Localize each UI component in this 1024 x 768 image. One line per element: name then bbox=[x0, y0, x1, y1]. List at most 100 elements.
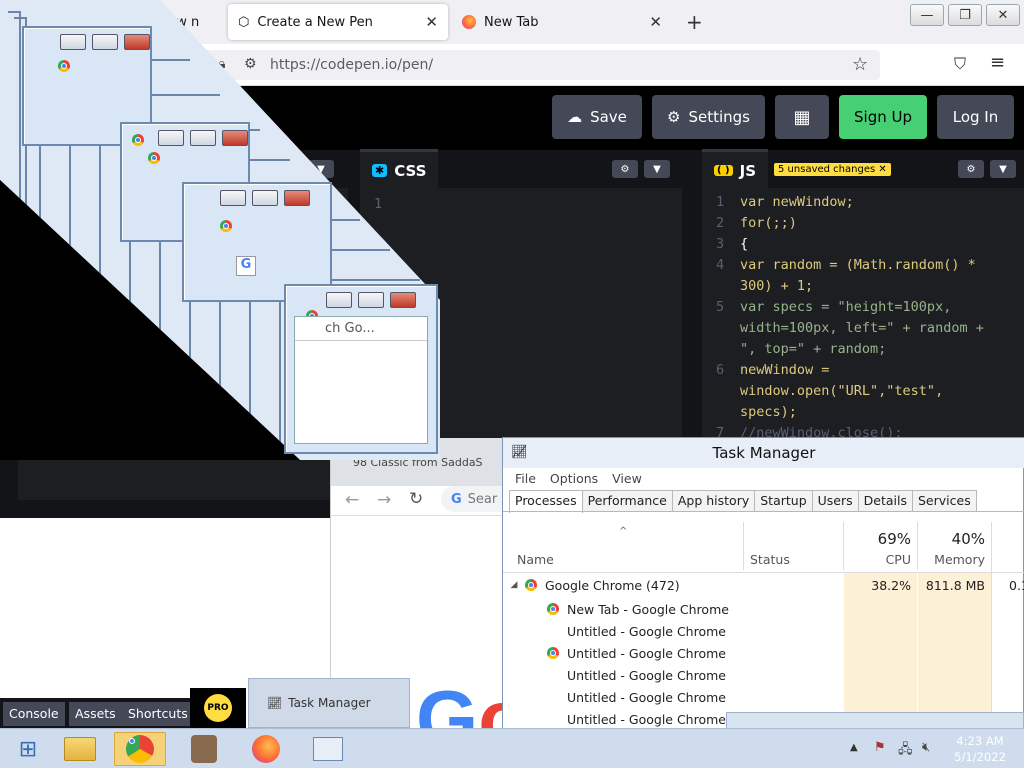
tab-services[interactable]: Services bbox=[913, 490, 977, 512]
settings-label: Settings bbox=[688, 108, 750, 126]
gear-icon[interactable]: ⚙ bbox=[958, 160, 984, 178]
tab-startup[interactable]: Startup bbox=[755, 490, 813, 512]
process-row[interactable]: New Tab - Google Chrome bbox=[503, 598, 1024, 620]
task-manager-icon bbox=[313, 737, 343, 761]
chrome-taskbar-icon[interactable] bbox=[114, 732, 166, 766]
process-row[interactable]: Untitled - Google Chrome bbox=[503, 664, 1024, 686]
chevron-down-icon[interactable]: ▼ bbox=[990, 160, 1016, 178]
chrome-omnibox[interactable]: G Sear bbox=[441, 486, 511, 512]
firefox-icon bbox=[462, 15, 476, 29]
network-icon[interactable]: 🖧︎ bbox=[898, 740, 913, 762]
clock[interactable]: 4:23 AM 5/1/2022 bbox=[950, 733, 1010, 765]
code-line: var random = (Math.random() * 300) + 1; bbox=[740, 257, 976, 294]
chrome-icon bbox=[220, 220, 232, 232]
maximize-button[interactable] bbox=[358, 292, 384, 308]
column-cpu[interactable]: CPU bbox=[853, 552, 911, 567]
maximize-button[interactable] bbox=[190, 130, 216, 146]
forward-arrow-icon[interactable]: → bbox=[377, 490, 391, 510]
process-name: Untitled - Google Chrome bbox=[567, 667, 726, 683]
reload-icon[interactable]: ↻ bbox=[409, 489, 423, 509]
js-tab[interactable]: ( ) JS bbox=[702, 148, 769, 190]
line-number: 3 bbox=[716, 236, 725, 252]
firefox-taskbar-icon[interactable] bbox=[240, 732, 292, 766]
code-line: var newWindow; bbox=[740, 194, 854, 210]
task-manager-taskbar-icon[interactable] bbox=[302, 732, 354, 766]
taskbar-thumbnail[interactable]: 📈︎ Task Manager bbox=[248, 678, 410, 728]
menu-file[interactable]: File bbox=[515, 471, 536, 486]
tab-performance[interactable]: Performance bbox=[582, 490, 673, 512]
tab-new-tab[interactable]: New Tab ✕ bbox=[452, 4, 672, 40]
change-view-button[interactable]: ▦ bbox=[775, 95, 829, 139]
close-button[interactable] bbox=[390, 292, 416, 308]
layout-icon: ▦ bbox=[793, 106, 811, 128]
pocket-icon[interactable]: ⛉ bbox=[954, 54, 966, 74]
expand-icon[interactable]: ◢ bbox=[503, 580, 525, 590]
minimize-button[interactable] bbox=[158, 130, 184, 146]
tab-users[interactable]: Users bbox=[812, 490, 859, 512]
process-row[interactable]: Untitled - Google Chrome bbox=[503, 686, 1024, 708]
close-button[interactable] bbox=[124, 34, 150, 50]
unsaved-changes-badge[interactable]: 5 unsaved changes ✕ bbox=[774, 162, 891, 176]
chevron-down-icon[interactable]: ▼ bbox=[644, 160, 670, 178]
pro-badge[interactable]: PRO bbox=[204, 694, 232, 722]
popup-window-front[interactable]: ch Go... bbox=[284, 284, 438, 454]
avatar-taskbar-icon[interactable] bbox=[178, 732, 230, 766]
bookmark-star-icon[interactable]: ☆ bbox=[852, 54, 868, 75]
column-status[interactable]: Status bbox=[750, 552, 790, 567]
pro-badge-area: PRO bbox=[190, 688, 246, 728]
maximize-button[interactable]: ❐ bbox=[948, 4, 982, 26]
folder-icon bbox=[64, 737, 96, 761]
assets-button[interactable]: Assets bbox=[69, 702, 122, 726]
menu-icon[interactable]: ≡ bbox=[990, 52, 1005, 73]
console-button[interactable]: Console bbox=[3, 702, 65, 726]
popup-search-field[interactable]: ch Go... bbox=[295, 317, 427, 341]
minimize-button[interactable]: — bbox=[910, 4, 944, 26]
process-row-group[interactable]: ◢ Google Chrome (472) 38.2% 811.8 MB 0.1 bbox=[503, 574, 1024, 596]
settings-button[interactable]: ⚙ Settings bbox=[652, 95, 765, 139]
gear-icon[interactable]: ⚙ bbox=[612, 160, 638, 178]
tab-processes[interactable]: Processes bbox=[509, 490, 583, 513]
column-name[interactable]: Name bbox=[517, 552, 554, 567]
process-cpu: 38.2% bbox=[871, 577, 911, 593]
close-tab-icon[interactable]: ✕ bbox=[649, 13, 662, 31]
divider bbox=[503, 511, 1024, 512]
minimize-button[interactable] bbox=[220, 190, 246, 206]
thumbnail-label: Task Manager bbox=[288, 696, 371, 710]
process-name: Untitled - Google Chrome bbox=[567, 623, 726, 639]
gear-icon: ⚙ bbox=[667, 108, 681, 126]
login-button[interactable]: Log In bbox=[937, 95, 1014, 139]
close-button[interactable] bbox=[284, 190, 310, 206]
menu-options[interactable]: Options bbox=[550, 471, 598, 486]
tab-details[interactable]: Details bbox=[858, 490, 913, 512]
save-button[interactable]: ☁ Save bbox=[552, 95, 642, 139]
js-editor[interactable]: 1 var newWindow; 2 for(;;) 3 { 4 var random … bbox=[702, 188, 1016, 444]
signup-button[interactable]: Sign Up bbox=[839, 95, 927, 139]
shortcuts-button[interactable]: Shortcuts bbox=[122, 702, 194, 726]
google-g-icon: G bbox=[451, 491, 462, 507]
file-explorer-icon[interactable] bbox=[54, 732, 106, 766]
process-row[interactable]: Untitled - Google Chrome bbox=[503, 642, 1024, 664]
minimize-button[interactable] bbox=[60, 34, 86, 50]
close-button[interactable] bbox=[222, 130, 248, 146]
preview-resizer[interactable] bbox=[0, 500, 330, 518]
firefox-icon bbox=[252, 735, 280, 763]
process-row[interactable]: Untitled - Google Chrome bbox=[503, 620, 1024, 642]
tab-app-history[interactable]: App history bbox=[672, 490, 756, 512]
new-tab-button[interactable]: + bbox=[686, 10, 703, 34]
maximize-button[interactable] bbox=[252, 190, 278, 206]
back-arrow-icon[interactable]: ← bbox=[345, 490, 359, 510]
minimize-button[interactable] bbox=[326, 292, 352, 308]
menu-view[interactable]: View bbox=[612, 471, 642, 486]
avatar bbox=[191, 735, 217, 763]
line-number: 5 bbox=[716, 299, 725, 315]
cpu-total: 69% bbox=[877, 530, 911, 548]
action-center-icon[interactable]: ⚑ bbox=[874, 740, 886, 755]
close-window-button[interactable]: ✕ bbox=[986, 4, 1020, 26]
window-title: Task Manager bbox=[712, 444, 816, 462]
start-button[interactable]: ⊞ bbox=[2, 732, 54, 766]
show-hidden-icons[interactable]: ▲ bbox=[850, 742, 858, 753]
maximize-button[interactable] bbox=[92, 34, 118, 50]
column-memory[interactable]: Memory bbox=[923, 552, 985, 567]
volume-icon[interactable]: 🔇︎ bbox=[922, 740, 930, 755]
column-divider bbox=[843, 522, 844, 570]
